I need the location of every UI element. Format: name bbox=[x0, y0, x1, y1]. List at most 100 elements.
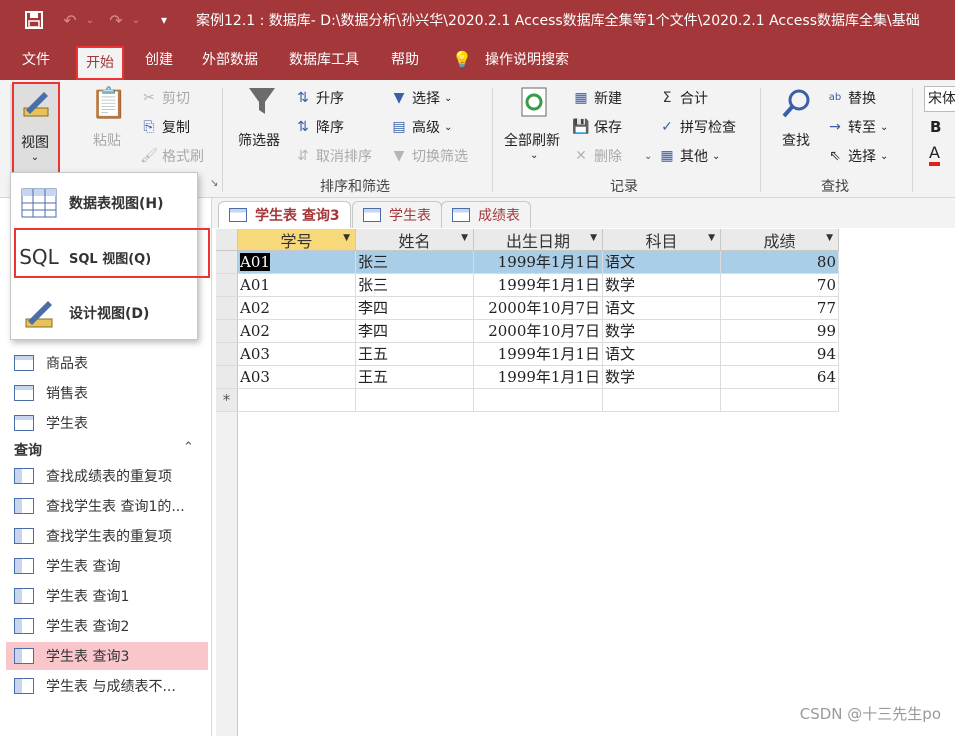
dropdown-arrow-icon[interactable]: ▼ bbox=[461, 233, 468, 243]
refresh-all-button[interactable]: 全部刷新 bbox=[504, 130, 560, 150]
table-cell[interactable] bbox=[474, 389, 603, 412]
nav-table-item[interactable]: 商品表 bbox=[14, 349, 208, 377]
tab-home[interactable]: 开始 bbox=[76, 46, 124, 80]
paste-button[interactable]: 粘贴 bbox=[93, 130, 121, 150]
table-cell[interactable]: 64 bbox=[721, 366, 839, 389]
table-cell[interactable]: 1999年1月1日 bbox=[474, 274, 603, 297]
row-selector[interactable] bbox=[216, 274, 238, 297]
table-cell[interactable]: 数学 bbox=[603, 320, 721, 343]
sort-ascending-button[interactable]: ⇅ 升序 bbox=[294, 88, 344, 108]
table-cell[interactable]: 李四 bbox=[356, 320, 474, 343]
doc-tab-query[interactable]: 学生表 查询3 bbox=[218, 201, 351, 228]
undo-icon[interactable]: ↶ bbox=[58, 8, 82, 32]
table-cell[interactable]: 70 bbox=[721, 274, 839, 297]
table-cell[interactable]: 语文 bbox=[603, 297, 721, 320]
toggle-filter-button[interactable]: ▼ 切换筛选 bbox=[390, 146, 468, 166]
goto-button[interactable]: → 转至 ⌄ bbox=[826, 117, 888, 137]
dropdown-arrow-icon[interactable]: ▼ bbox=[826, 233, 833, 243]
table-cell[interactable]: A01 bbox=[238, 274, 356, 297]
table-cell[interactable]: A01 bbox=[238, 251, 356, 274]
remove-sort-button[interactable]: ⇵ 取消排序 bbox=[294, 146, 372, 166]
column-header[interactable]: 学号 ▼ bbox=[238, 229, 356, 251]
table-cell[interactable]: 王五 bbox=[356, 366, 474, 389]
nav-query-item[interactable]: 查找成绩表的重复项 bbox=[14, 462, 208, 490]
table-cell[interactable]: A03 bbox=[238, 366, 356, 389]
filter-button[interactable]: 筛选器 bbox=[238, 130, 280, 150]
dropdown-arrow-icon[interactable]: ▼ bbox=[343, 233, 350, 243]
redo-icon[interactable]: ↷ bbox=[104, 8, 128, 32]
tab-file[interactable]: 文件 bbox=[22, 40, 50, 80]
nav-table-item[interactable]: 销售表 bbox=[14, 379, 208, 407]
column-header[interactable]: 出生日期 ▼ bbox=[474, 229, 603, 251]
nav-table-item[interactable]: 学生表 bbox=[14, 409, 208, 437]
nav-query-item[interactable]: 查找学生表的重复项 bbox=[14, 522, 208, 550]
tab-create[interactable]: 创建 bbox=[145, 40, 173, 80]
table-cell[interactable]: 语文 bbox=[603, 343, 721, 366]
find-button[interactable]: 查找 bbox=[782, 130, 810, 150]
customize-toolbar-icon[interactable]: ▾ bbox=[154, 8, 174, 32]
row-selector[interactable] bbox=[216, 320, 238, 343]
table-cell[interactable]: 王五 bbox=[356, 343, 474, 366]
table-cell[interactable] bbox=[356, 389, 474, 412]
clipboard-launcher-icon[interactable]: ↘ bbox=[210, 178, 218, 189]
collapse-icon[interactable]: ⌃ bbox=[183, 440, 194, 455]
format-painter-button[interactable]: 🖌 格式刷 bbox=[140, 146, 204, 166]
table-cell[interactable]: 1999年1月1日 bbox=[474, 366, 603, 389]
table-cell[interactable]: 77 bbox=[721, 297, 839, 320]
tell-me-search[interactable]: 操作说明搜索 bbox=[485, 40, 569, 80]
save-icon[interactable] bbox=[22, 8, 46, 32]
tab-database-tools[interactable]: 数据库工具 bbox=[289, 40, 359, 80]
table-cell[interactable]: 2000年10月7日 bbox=[474, 297, 603, 320]
new-record-button[interactable]: ▦ 新建 bbox=[572, 88, 622, 108]
nav-query-item[interactable]: 学生表 查询1 bbox=[14, 582, 208, 610]
row-selector[interactable] bbox=[216, 366, 238, 389]
row-selector[interactable] bbox=[216, 251, 238, 274]
redo-dropdown-icon[interactable]: ⌄ bbox=[130, 8, 142, 32]
font-color-button[interactable]: A bbox=[929, 144, 940, 166]
totals-button[interactable]: Σ 合计 bbox=[658, 88, 708, 108]
column-header[interactable]: 成绩 ▼ bbox=[721, 229, 839, 251]
table-cell[interactable]: 李四 bbox=[356, 297, 474, 320]
tab-external-data[interactable]: 外部数据 bbox=[202, 40, 258, 80]
spelling-button[interactable]: ✓ 拼写检查 bbox=[658, 117, 736, 137]
table-cell[interactable]: 语文 bbox=[603, 251, 721, 274]
table-cell[interactable]: 94 bbox=[721, 343, 839, 366]
table-cell[interactable]: 张三 bbox=[356, 251, 474, 274]
sort-descending-button[interactable]: ⇅ 降序 bbox=[294, 117, 344, 137]
table-cell[interactable]: 1999年1月1日 bbox=[474, 343, 603, 366]
table-cell[interactable]: A02 bbox=[238, 320, 356, 343]
table-cell[interactable]: 数学 bbox=[603, 366, 721, 389]
column-header[interactable]: 科目 ▼ bbox=[603, 229, 721, 251]
table-cell[interactable]: 99 bbox=[721, 320, 839, 343]
tab-help[interactable]: 帮助 bbox=[391, 40, 419, 80]
table-cell[interactable]: 张三 bbox=[356, 274, 474, 297]
table-cell[interactable]: 1999年1月1日 bbox=[474, 251, 603, 274]
table-cell[interactable] bbox=[721, 389, 839, 412]
datasheet-view-item[interactable]: 数据表视图(H) bbox=[11, 185, 197, 221]
selection-filter-button[interactable]: ▼ 选择 ⌄ bbox=[390, 88, 453, 108]
row-selector[interactable] bbox=[216, 297, 238, 320]
replace-button[interactable]: ab 替换 bbox=[826, 88, 876, 108]
table-cell[interactable]: 2000年10月7日 bbox=[474, 320, 603, 343]
delete-record-button[interactable]: ✕ 删除 ⌄ bbox=[572, 146, 652, 166]
table-cell[interactable]: 80 bbox=[721, 251, 839, 274]
select-button[interactable]: ⇖ 选择 ⌄ bbox=[826, 146, 888, 166]
nav-query-item[interactable]: 学生表 查询2 bbox=[14, 612, 208, 640]
doc-tab-scores[interactable]: 成绩表 bbox=[441, 201, 531, 228]
table-cell[interactable] bbox=[238, 389, 356, 412]
advanced-filter-button[interactable]: ▤ 高级 ⌄ bbox=[390, 117, 452, 137]
nav-query-item-selected[interactable]: 学生表 查询3 bbox=[6, 642, 208, 670]
more-button[interactable]: ▦ 其他 ⌄ bbox=[658, 146, 720, 166]
copy-button[interactable]: ⎘ 复制 bbox=[140, 117, 190, 137]
design-view-item[interactable]: 设计视图(D) bbox=[11, 295, 197, 331]
dropdown-arrow-icon[interactable]: ▼ bbox=[590, 233, 597, 243]
column-header[interactable]: 姓名 ▼ bbox=[356, 229, 474, 251]
row-selector[interactable] bbox=[216, 343, 238, 366]
cut-button[interactable]: ✂ 剪切 bbox=[140, 88, 190, 108]
nav-query-item[interactable]: 学生表 与成绩表不... bbox=[14, 672, 208, 700]
nav-query-item[interactable]: 学生表 查询 bbox=[14, 552, 208, 580]
save-record-button[interactable]: 💾 保存 bbox=[572, 117, 622, 137]
doc-tab-students[interactable]: 学生表 bbox=[352, 201, 442, 228]
undo-dropdown-icon[interactable]: ⌄ bbox=[84, 8, 96, 32]
nav-query-item[interactable]: 查找学生表 查询1的... bbox=[14, 492, 208, 520]
